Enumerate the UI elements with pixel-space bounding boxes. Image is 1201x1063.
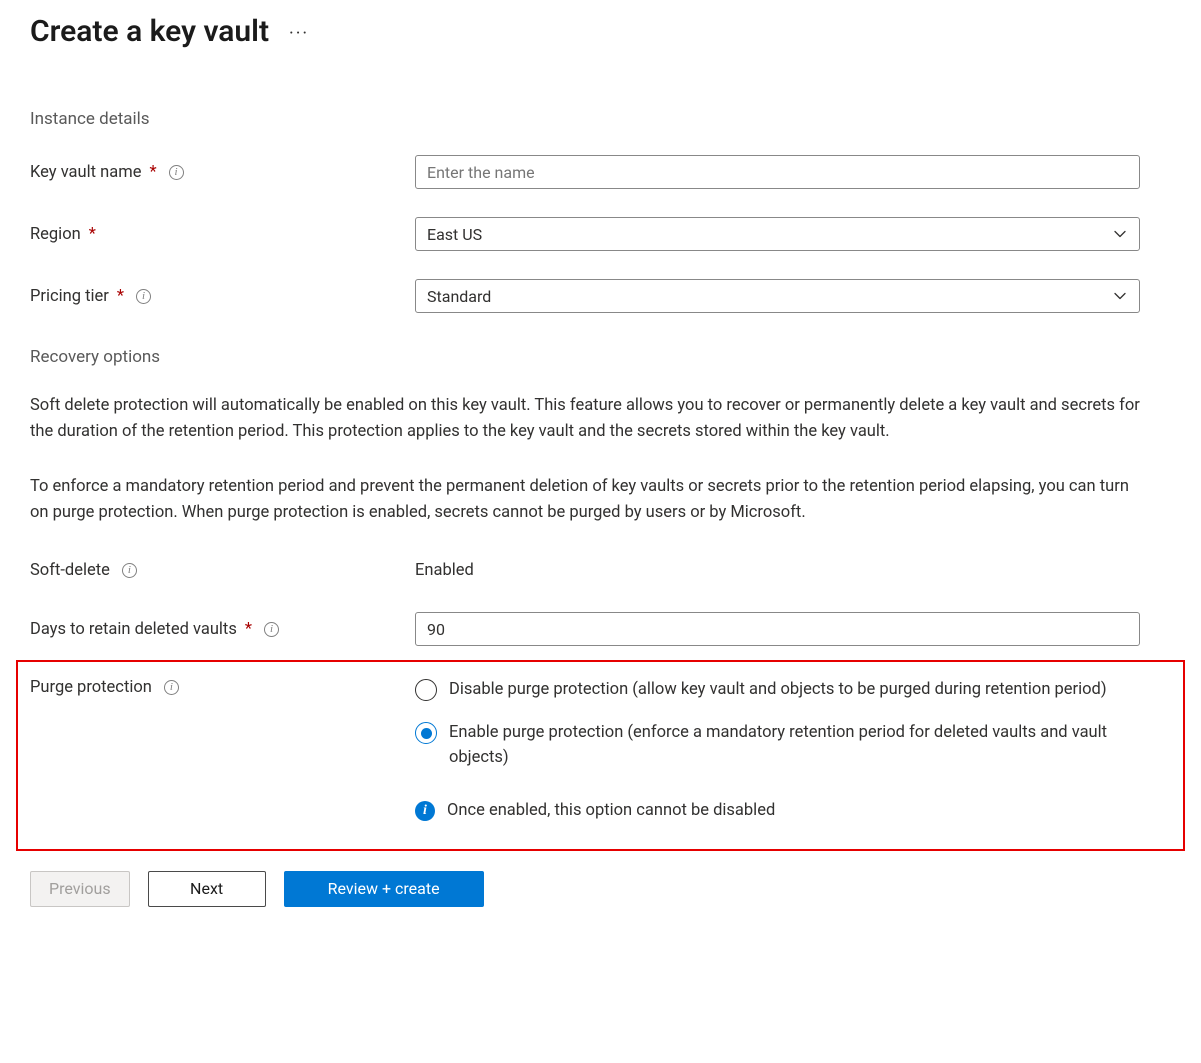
purge-protection-row: Purge protection i Disable purge protect… bbox=[30, 678, 1171, 820]
purge-enable-radio[interactable]: Enable purge protection (enforce a manda… bbox=[415, 721, 1140, 771]
soft-delete-label: Soft-delete i bbox=[30, 561, 415, 580]
page-title: Create a key vault bbox=[30, 14, 269, 49]
pricing-tier-row: Pricing tier* i Standard bbox=[30, 279, 1171, 313]
soft-delete-description: Soft delete protection will automaticall… bbox=[30, 393, 1140, 444]
info-icon[interactable]: i bbox=[136, 289, 151, 304]
radio-icon bbox=[415, 722, 437, 744]
review-create-button[interactable]: Review + create bbox=[284, 871, 484, 907]
soft-delete-value: Enabled bbox=[415, 561, 474, 580]
recovery-options-heading: Recovery options bbox=[30, 347, 1171, 367]
region-label: Region* bbox=[30, 225, 415, 244]
retention-days-row: Days to retain deleted vaults* i bbox=[30, 612, 1171, 646]
recovery-options-section: Recovery options Soft delete protection … bbox=[30, 347, 1171, 851]
purge-protection-highlight: Purge protection i Disable purge protect… bbox=[16, 660, 1185, 850]
pricing-tier-label: Pricing tier* i bbox=[30, 287, 415, 306]
next-button[interactable]: Next bbox=[148, 871, 266, 907]
context-menu-button[interactable]: ··· bbox=[289, 19, 309, 44]
key-vault-name-label: Key vault name* i bbox=[30, 163, 415, 182]
retention-days-label: Days to retain deleted vaults* i bbox=[30, 620, 415, 639]
purge-protection-label: Purge protection i bbox=[30, 678, 415, 697]
required-asterisk: * bbox=[149, 163, 156, 182]
required-asterisk: * bbox=[89, 225, 96, 244]
soft-delete-row: Soft-delete i Enabled bbox=[30, 561, 1171, 580]
region-select[interactable]: East US bbox=[415, 217, 1140, 251]
title-row: Create a key vault ··· bbox=[30, 14, 1171, 49]
region-row: Region* East US bbox=[30, 217, 1171, 251]
info-icon[interactable]: i bbox=[264, 622, 279, 637]
create-key-vault-page: Create a key vault ··· Instance details … bbox=[0, 0, 1201, 937]
info-icon[interactable]: i bbox=[164, 680, 179, 695]
key-vault-name-input[interactable] bbox=[415, 155, 1140, 189]
purge-disable-radio[interactable]: Disable purge protection (allow key vaul… bbox=[415, 678, 1140, 703]
radio-icon bbox=[415, 679, 437, 701]
purge-warning-note: i Once enabled, this option cannot be di… bbox=[415, 801, 1140, 821]
instance-details-section: Instance details Key vault name* i Regio… bbox=[30, 109, 1171, 313]
instance-details-heading: Instance details bbox=[30, 109, 1171, 129]
purge-protection-radio-group: Disable purge protection (allow key vaul… bbox=[415, 678, 1140, 770]
info-icon[interactable]: i bbox=[122, 563, 137, 578]
wizard-footer: Previous Next Review + create bbox=[30, 871, 1171, 907]
required-asterisk: * bbox=[117, 287, 124, 306]
pricing-tier-select[interactable]: Standard bbox=[415, 279, 1140, 313]
previous-button[interactable]: Previous bbox=[30, 871, 130, 907]
info-solid-icon: i bbox=[415, 801, 435, 821]
retention-days-input[interactable] bbox=[415, 612, 1140, 646]
required-asterisk: * bbox=[245, 620, 252, 639]
key-vault-name-row: Key vault name* i bbox=[30, 155, 1171, 189]
purge-protection-description: To enforce a mandatory retention period … bbox=[30, 474, 1140, 525]
info-icon[interactable]: i bbox=[169, 165, 184, 180]
